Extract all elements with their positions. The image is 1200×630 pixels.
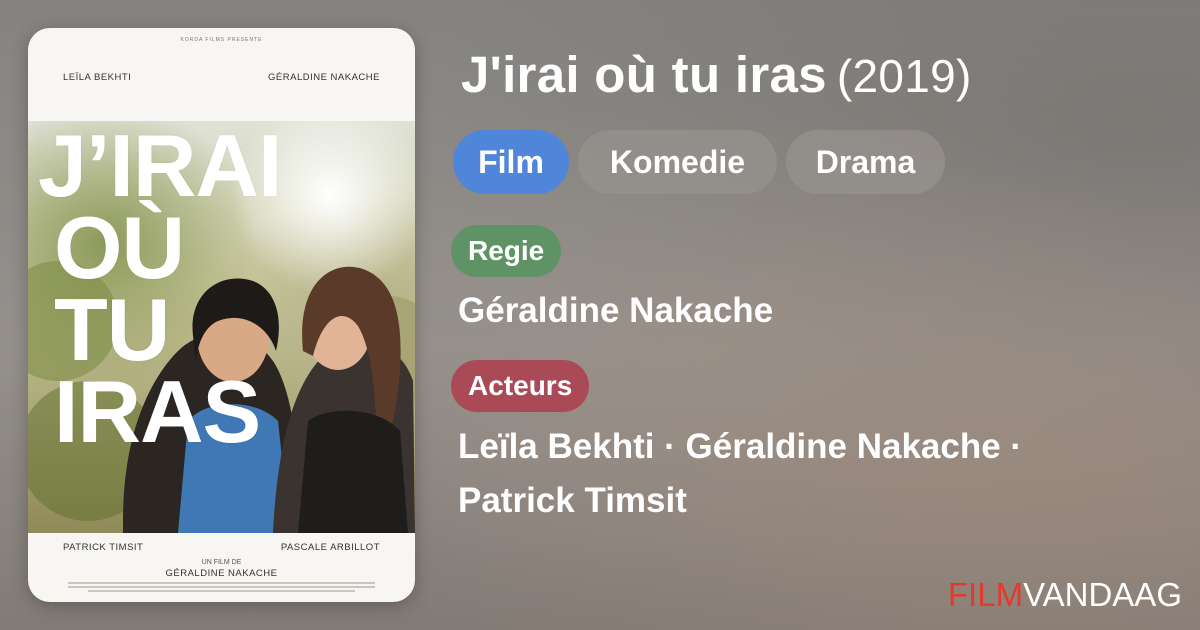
genre-pill-film[interactable]: Film bbox=[453, 130, 569, 194]
poster-actor-bottom-right: PASCALE ARBILLOT bbox=[280, 542, 380, 553]
poster-actor-top-left: LEÏLA BEKHTI bbox=[63, 72, 132, 83]
poster-title-line: J’IRAI bbox=[38, 121, 282, 215]
movie-poster[interactable]: KORDA FILMS PRESENTE LEÏLA BEKHTI GÉRALD… bbox=[28, 28, 415, 602]
poster-title-line: IRAS bbox=[54, 362, 261, 461]
poster-title: J’IRAI OÙ TU IRAS bbox=[38, 121, 408, 461]
logo-part-film: FILM bbox=[947, 576, 1024, 613]
poster-fine-print bbox=[68, 582, 375, 584]
director-name[interactable]: Géraldine Nakache bbox=[458, 284, 773, 338]
poster-fine-print bbox=[88, 590, 355, 592]
poster-actor-top-right: GÉRALDINE NAKACHE bbox=[268, 72, 380, 83]
poster-actor-bottom-left: PATRICK TIMSIT bbox=[63, 542, 144, 553]
genre-pill-komedie[interactable]: Komedie bbox=[578, 130, 777, 194]
poster-director-prefix: UN FILM DE bbox=[201, 559, 242, 566]
poster-title-line: OÙ bbox=[54, 198, 185, 297]
movie-title: J'irai où tu iras bbox=[461, 46, 827, 103]
regie-label: Regie bbox=[451, 225, 562, 277]
poster-photo: J’IRAI OÙ TU IRAS bbox=[28, 121, 415, 533]
genre-pill-drama[interactable]: Drama bbox=[786, 130, 945, 194]
filmvandaag-logo[interactable]: FILMVANDAAG bbox=[948, 576, 1182, 614]
logo-part-vandaag: VANDAAG bbox=[1023, 576, 1182, 613]
poster-fine-print bbox=[68, 586, 375, 588]
movie-year: (2019) bbox=[836, 50, 972, 102]
poster-title-line: TU bbox=[54, 280, 170, 379]
actors-list[interactable]: Leïla Bekhti · Géraldine Nakache · Patri… bbox=[458, 420, 1138, 528]
acteurs-label: Acteurs bbox=[451, 360, 590, 412]
poster-director-name: GÉRALDINE NAKACHE bbox=[165, 568, 278, 579]
page-title: J'irai où tu iras (2019) bbox=[461, 45, 972, 104]
poster-studio-text: KORDA FILMS PRESENTE bbox=[180, 37, 263, 43]
